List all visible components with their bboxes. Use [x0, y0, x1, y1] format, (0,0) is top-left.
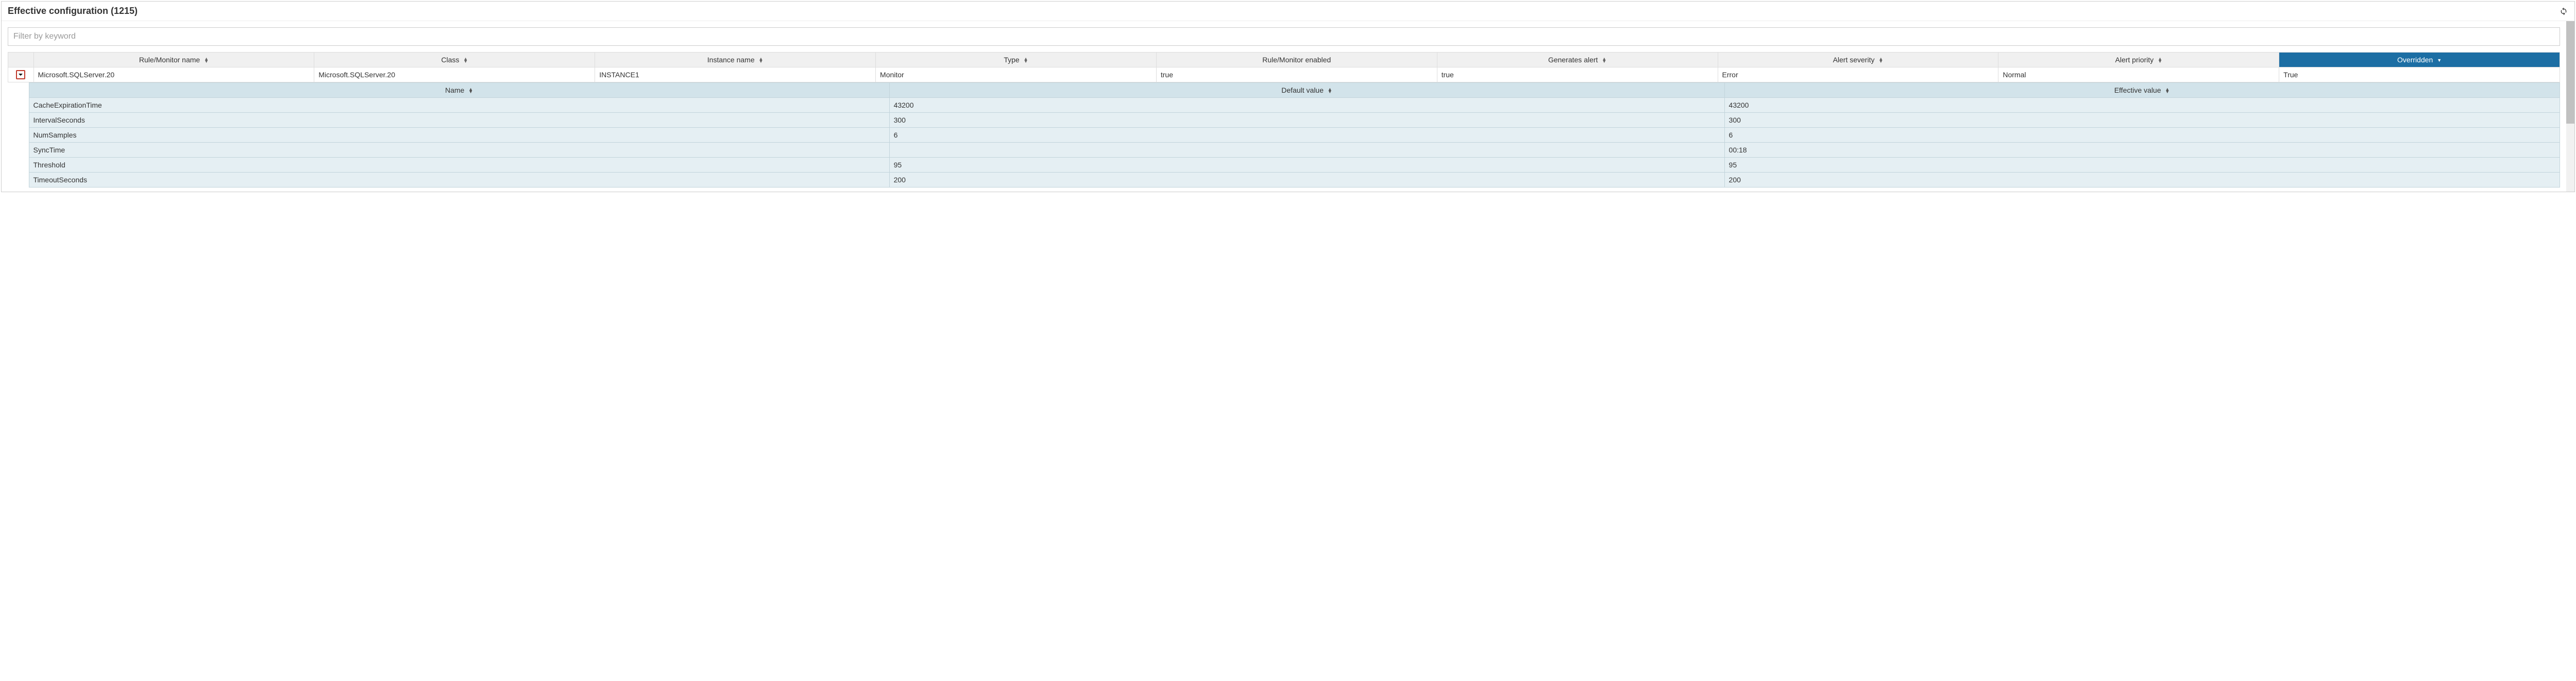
table-row[interactable]: Microsoft.SQLServer.20 Microsoft.SQLServ… — [8, 67, 2560, 82]
effective-configuration-panel: Effective configuration (1215) — [1, 1, 2575, 192]
col-alert-priority[interactable]: Alert priority ▲▼ — [1998, 53, 2279, 67]
sort-icon: ▲▼ — [2165, 88, 2170, 93]
panel-title: Effective configuration (1215) — [8, 6, 138, 16]
cell-generates-alert: true — [1437, 67, 1718, 82]
col-generates-alert-label: Generates alert — [1548, 56, 1598, 64]
detail-cell-effective-value: 200 — [1724, 173, 2560, 188]
filter-input[interactable] — [8, 27, 2560, 46]
detail-cell-name: SyncTime — [29, 143, 889, 158]
detail-cell-default-value: 95 — [889, 158, 1724, 173]
cell-overridden: True — [2279, 67, 2560, 82]
sort-icon: ▲▼ — [2158, 58, 2162, 63]
sort-icon: ▲▼ — [1602, 58, 1606, 63]
detail-row-container: Name ▲▼ Default value ▲▼ Eff — [8, 82, 2560, 188]
panel-body: Rule/Monitor name ▲▼ Class ▲▼ Instance n… — [2, 21, 2574, 192]
sort-desc-icon — [2437, 59, 2442, 62]
detail-cell-effective-value: 00:18 — [1724, 143, 2560, 158]
cell-type: Monitor — [876, 67, 1157, 82]
sort-icon: ▲▼ — [463, 58, 468, 63]
config-table: Rule/Monitor name ▲▼ Class ▲▼ Instance n… — [8, 52, 2560, 188]
col-class-label: Class — [441, 56, 459, 64]
detail-row: IntervalSeconds300300 — [29, 113, 2560, 128]
col-overridden-label: Overridden — [2397, 56, 2433, 64]
sort-icon: ▲▼ — [468, 88, 473, 93]
detail-col-default-value-label: Default value — [1281, 86, 1324, 94]
detail-row: NumSamples66 — [29, 128, 2560, 143]
detail-cell-name: IntervalSeconds — [29, 113, 889, 128]
sort-icon: ▲▼ — [1024, 58, 1028, 63]
detail-row: CacheExpirationTime4320043200 — [29, 98, 2560, 113]
cell-rule-monitor-name: Microsoft.SQLServer.20 — [33, 67, 314, 82]
detail-cell-name: Threshold — [29, 158, 889, 173]
col-alert-severity[interactable]: Alert severity ▲▼ — [1718, 53, 1998, 67]
scrollbar-thumb[interactable] — [2566, 21, 2574, 124]
col-alert-severity-label: Alert severity — [1833, 56, 1875, 64]
col-rule-monitor-enabled[interactable]: Rule/Monitor enabled — [1156, 53, 1437, 67]
cell-alert-severity: Error — [1718, 67, 1998, 82]
cell-class: Microsoft.SQLServer.20 — [314, 67, 595, 82]
col-rule-monitor-name[interactable]: Rule/Monitor name ▲▼ — [33, 53, 314, 67]
detail-row: SyncTime 00:18 — [29, 143, 2560, 158]
chevron-down-icon — [18, 72, 23, 77]
expand-toggle[interactable] — [16, 70, 25, 79]
detail-cell-name: NumSamples — [29, 128, 889, 143]
detail-cell-default-value: 200 — [889, 173, 1724, 188]
detail-cell-default-value: 300 — [889, 113, 1724, 128]
col-rule-monitor-enabled-label: Rule/Monitor enabled — [1262, 56, 1331, 64]
detail-col-effective-value[interactable]: Effective value ▲▼ — [1724, 83, 2560, 98]
detail-col-effective-value-label: Effective value — [2114, 86, 2161, 94]
col-class[interactable]: Class ▲▼ — [314, 53, 595, 67]
refresh-icon — [2560, 7, 2568, 15]
detail-row: TimeoutSeconds200200 — [29, 173, 2560, 188]
detail-cell-name: CacheExpirationTime — [29, 98, 889, 113]
col-type-label: Type — [1004, 56, 1019, 64]
col-type[interactable]: Type ▲▼ — [876, 53, 1157, 67]
detail-row: Threshold9595 — [29, 158, 2560, 173]
panel-header: Effective configuration (1215) — [2, 2, 2574, 21]
cell-rule-monitor-enabled: true — [1156, 67, 1437, 82]
detail-cell-default-value: 43200 — [889, 98, 1724, 113]
detail-cell-effective-value: 6 — [1724, 128, 2560, 143]
detail-cell-default-value: 6 — [889, 128, 1724, 143]
detail-cell-default-value — [889, 143, 1724, 158]
col-expand — [8, 53, 34, 67]
detail-col-default-value[interactable]: Default value ▲▼ — [889, 83, 1724, 98]
detail-cell-effective-value: 300 — [1724, 113, 2560, 128]
sort-icon: ▲▼ — [759, 58, 764, 63]
col-alert-priority-label: Alert priority — [2115, 56, 2154, 64]
detail-cell-effective-value: 95 — [1724, 158, 2560, 173]
vertical-scrollbar[interactable] — [2566, 21, 2574, 192]
sort-icon: ▲▼ — [204, 58, 209, 63]
detail-table: Name ▲▼ Default value ▲▼ Eff — [29, 82, 2560, 188]
detail-col-name[interactable]: Name ▲▼ — [29, 83, 889, 98]
col-rule-monitor-name-label: Rule/Monitor name — [139, 56, 200, 64]
sort-icon: ▲▼ — [1878, 58, 1883, 63]
detail-cell-effective-value: 43200 — [1724, 98, 2560, 113]
col-instance-name[interactable]: Instance name ▲▼ — [595, 53, 876, 67]
detail-col-name-label: Name — [445, 86, 464, 94]
refresh-button[interactable] — [2559, 7, 2568, 16]
col-instance-name-label: Instance name — [707, 56, 755, 64]
sort-icon: ▲▼ — [1328, 88, 1332, 93]
detail-cell-name: TimeoutSeconds — [29, 173, 889, 188]
cell-alert-priority: Normal — [1998, 67, 2279, 82]
cell-instance-name: INSTANCE1 — [595, 67, 876, 82]
col-overridden[interactable]: Overridden — [2279, 53, 2560, 67]
col-generates-alert[interactable]: Generates alert ▲▼ — [1437, 53, 1718, 67]
